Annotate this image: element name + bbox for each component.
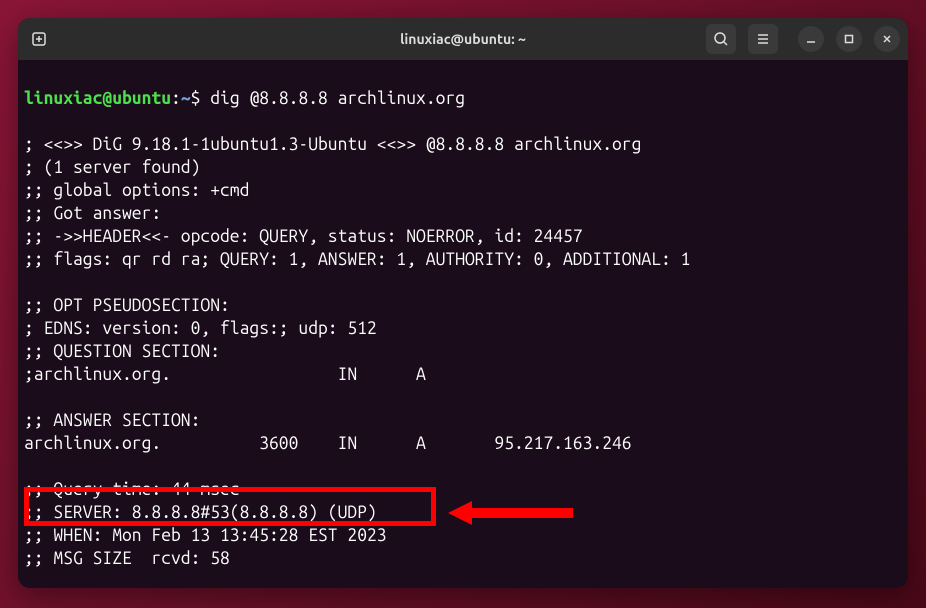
output-line: archlinux.org. 3600 IN A 95.217.163.246 [24, 434, 632, 453]
search-button[interactable] [706, 24, 736, 54]
arrow-annotation [448, 498, 578, 528]
maximize-icon [843, 33, 855, 45]
output-line: ;; OPT PSEUDOSECTION: [24, 296, 230, 315]
search-icon [713, 31, 729, 47]
new-tab-button[interactable] [26, 25, 54, 53]
output-line: ;; ->>HEADER<<- opcode: QUERY, status: N… [24, 227, 583, 246]
output-line: ;; ANSWER SECTION: [24, 411, 200, 430]
prompt-user-host: linuxiac@ubuntu [24, 89, 171, 108]
hamburger-icon [755, 31, 771, 47]
titlebar-right [706, 24, 900, 54]
output-line-highlighted: ;; SERVER: 8.8.8.8#53(8.8.8.8) (UDP) [24, 503, 377, 522]
close-icon [881, 33, 893, 45]
terminal-body[interactable]: linuxiac@ubuntu:~$ dig @8.8.8.8 archlinu… [18, 60, 908, 588]
titlebar: linuxiac@ubuntu: ~ [18, 18, 908, 60]
output-line: ; <<>> DiG 9.18.1-1ubuntu1.3-Ubuntu <<>>… [24, 135, 641, 154]
close-button[interactable] [874, 26, 900, 52]
output-line: ;; MSG SIZE rcvd: 58 [24, 549, 230, 568]
menu-button[interactable] [748, 24, 778, 54]
window-controls [798, 26, 900, 52]
terminal-window: linuxiac@ubuntu: ~ [18, 18, 908, 588]
command-text: dig @8.8.8.8 archlinux.org [210, 89, 465, 108]
prompt-colon: : [171, 89, 181, 108]
output-line: ;; WHEN: Mon Feb 13 13:45:28 EST 2023 [24, 526, 387, 545]
prompt-line: linuxiac@ubuntu:~$ dig @8.8.8.8 archlinu… [24, 89, 465, 108]
titlebar-left [26, 25, 54, 53]
output-line: ;; QUESTION SECTION: [24, 342, 220, 361]
output-line: ; (1 server found) [24, 158, 200, 177]
output-line: ;; global options: +cmd [24, 181, 249, 200]
prompt-dollar: $ [191, 89, 201, 108]
output-line: ; EDNS: version: 0, flags:; udp: 512 [24, 319, 377, 338]
output-line: ;; flags: qr rd ra; QUERY: 1, ANSWER: 1,… [24, 250, 690, 269]
minimize-button[interactable] [798, 26, 824, 52]
prompt-path: ~ [181, 89, 191, 108]
maximize-button[interactable] [836, 26, 862, 52]
minimize-icon [805, 33, 817, 45]
output-line: ;; Got answer: [24, 204, 161, 223]
new-tab-icon [31, 30, 49, 48]
window-title: linuxiac@ubuntu: ~ [400, 31, 526, 47]
output-line: ;archlinux.org. IN A [24, 365, 426, 384]
output-line: ;; Query time: 44 msec [24, 480, 240, 499]
